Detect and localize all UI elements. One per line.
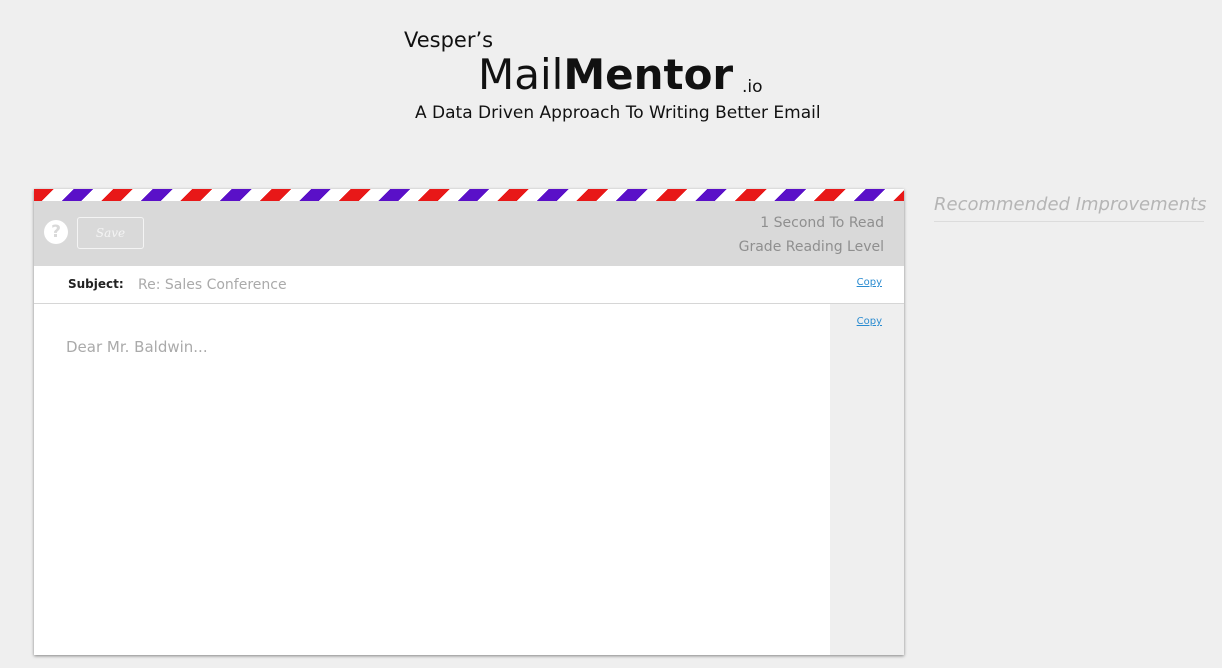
read-time-text: 1 Second To Read xyxy=(760,215,884,231)
logo-tagline: A Data Driven Approach To Writing Better… xyxy=(415,103,821,123)
subject-label: Subject: xyxy=(68,277,124,291)
subject-input[interactable] xyxy=(138,275,738,295)
copy-subject-link[interactable]: Copy xyxy=(857,277,882,288)
editor-toolbar: ? Save 1 Second To Read Grade Reading Le… xyxy=(34,201,904,266)
logo-mail-text: Mail xyxy=(478,50,564,99)
reading-stats: 1 Second To Read Grade Reading Level xyxy=(739,211,884,259)
logo-wordmark: MailMentor xyxy=(478,50,733,100)
save-button[interactable]: Save xyxy=(77,217,144,249)
recommendations-title: Recommended Improvements xyxy=(934,194,1207,222)
subject-row: Subject: Copy xyxy=(34,266,904,304)
email-body-input[interactable] xyxy=(34,304,830,655)
email-card: ? Save 1 Second To Read Grade Reading Le… xyxy=(34,189,904,655)
copy-body-link[interactable]: Copy xyxy=(857,316,882,327)
grade-level-text: Grade Reading Level xyxy=(738,239,884,255)
logo-mentor-text: Mentor xyxy=(563,50,734,99)
airmail-stripe xyxy=(34,189,904,201)
logo-io-text: .io xyxy=(742,77,763,97)
help-icon[interactable]: ? xyxy=(44,220,68,244)
logo-vespers-text: Vesper’s xyxy=(404,28,494,52)
body-area: Copy xyxy=(34,304,904,655)
body-sidebar: Copy xyxy=(830,304,904,655)
recommendations-panel: Recommended Improvements xyxy=(934,194,1207,222)
app-logo: Vesper’s MailMentor .io A Data Driven Ap… xyxy=(0,0,1222,140)
